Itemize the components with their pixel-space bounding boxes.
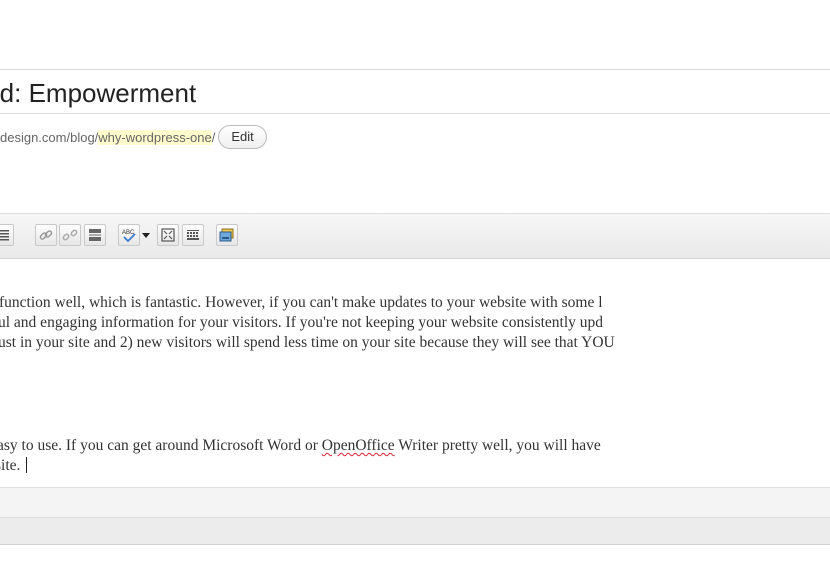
insert-more-icon[interactable]: [84, 224, 106, 246]
paragraph-1-line-3: ust in your site and 2) new visitors wil…: [0, 334, 615, 351]
paragraph-2-text-a: asy to use. If you can get around Micros…: [0, 437, 322, 454]
permalink-prefix: design.com/blog/: [0, 129, 99, 145]
misspelled-word[interactable]: OpenOffice: [322, 437, 395, 454]
paragraph-1-line-1: function well, which is fantastic. Howev…: [0, 294, 603, 311]
dropdown-arrow-icon[interactable]: [140, 226, 152, 244]
fullscreen-icon[interactable]: [157, 224, 179, 246]
add-media-icon[interactable]: [216, 224, 238, 246]
unlink-icon[interactable]: [59, 224, 81, 246]
paragraph-1-line-2: ul and engaging information for your vis…: [0, 314, 604, 331]
post-title-input[interactable]: rd: Empowerment: [0, 69, 830, 114]
paragraph-2-line-2-text: site.: [0, 457, 21, 474]
editor-path-bar: [0, 487, 830, 517]
permalink-suffix: /: [211, 129, 216, 145]
link-icon[interactable]: [35, 224, 57, 246]
editor-toolbar: ABC: [0, 213, 830, 259]
align-justify-icon[interactable]: [0, 224, 14, 246]
permalink-slug[interactable]: why-wordpress-one: [98, 129, 212, 145]
kitchen-sink-icon[interactable]: [182, 224, 204, 246]
paragraph-2-line-2: site.: [0, 456, 28, 476]
paragraph-2-text-c: Writer pretty well, you will have: [394, 437, 601, 454]
post-content-editor[interactable]: function well, which is fantastic. Howev…: [0, 259, 830, 487]
spellcheck-icon[interactable]: ABC: [118, 224, 140, 246]
permalink-row: design.com/blog/why-wordpress-one / Edit: [0, 122, 267, 152]
edit-permalink-button[interactable]: Edit: [218, 125, 267, 149]
paragraph-2-line-1: asy to use. If you can get around Micros…: [0, 436, 601, 456]
editor-status-bar: [0, 517, 830, 545]
post-title-text: rd: Empowerment: [0, 78, 197, 108]
text-caret: [26, 457, 28, 473]
